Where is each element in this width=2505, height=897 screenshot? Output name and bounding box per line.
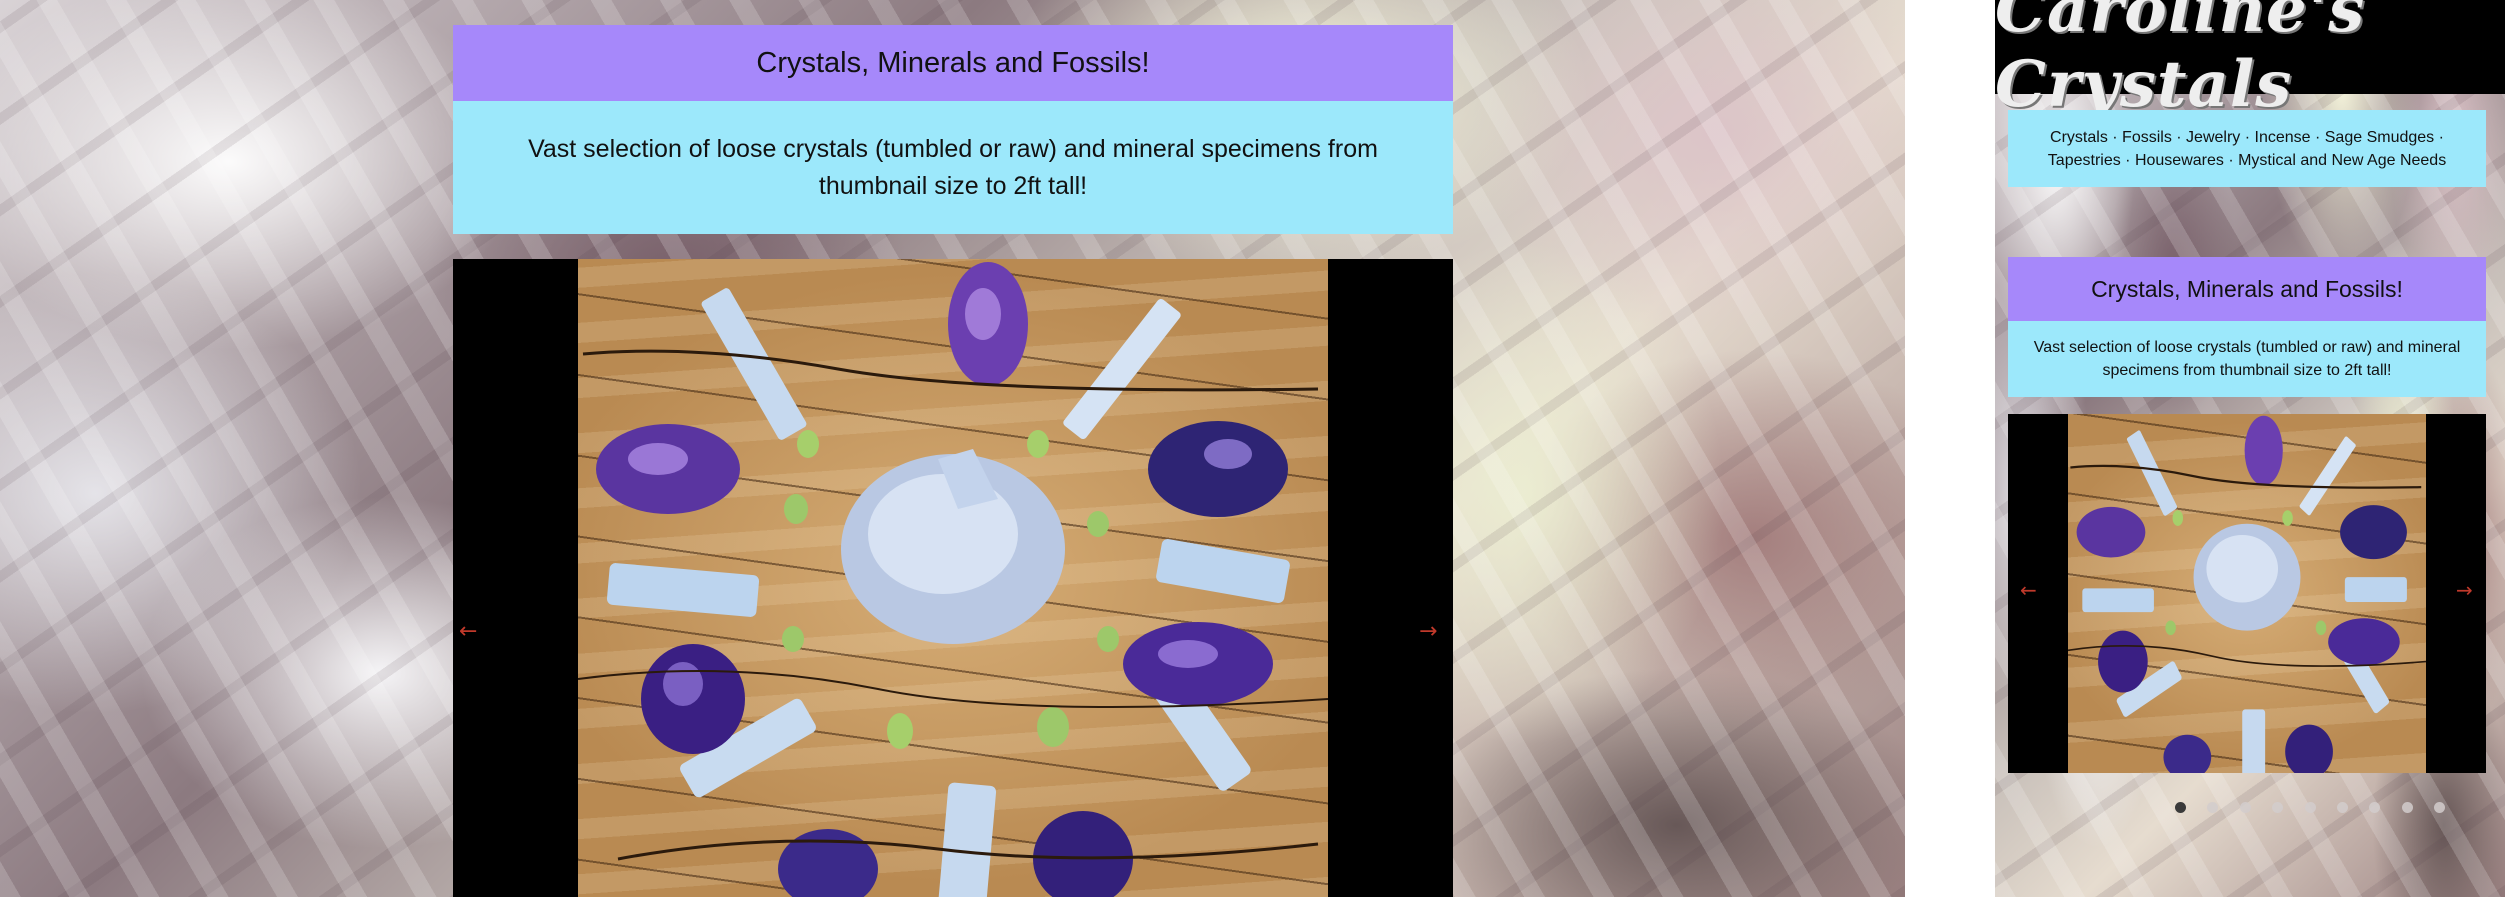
slideshow-dot[interactable] — [2175, 801, 2186, 813]
slideshow-dot[interactable] — [2401, 801, 2413, 813]
slideshow-dot[interactable] — [2369, 801, 2381, 813]
section-heading: Crystals, Minerals and Fossils! — [756, 46, 1150, 79]
section-heading-bar: Crystals, Minerals and Fossils! — [453, 25, 1453, 101]
slideshow-dot[interactable] — [2207, 801, 2219, 813]
mobile-section-description-box: Vast selection of loose crystals (tumble… — [2008, 321, 2486, 397]
slideshow-next-arrow[interactable]: → — [1419, 619, 1437, 644]
crystal-grid-photo — [578, 262, 1328, 897]
slideshow-dot[interactable] — [2304, 801, 2316, 813]
site-logo: Caroline's Crystals — [1995, 0, 2366, 122]
section-description-box: Vast selection of loose crystals (tumble… — [453, 101, 1453, 234]
mobile-section-heading-bar: Crystals, Minerals and Fossils! — [2008, 257, 2486, 321]
slideshow-pagination-dots — [2175, 800, 2445, 814]
crystal-slideshow[interactable]: ← → — [453, 259, 1453, 897]
slideshow-prev-arrow[interactable]: ← — [459, 619, 477, 644]
product-tagline-box: Crystals · Fossils · Jewelry · Incense ·… — [2008, 110, 2486, 187]
slideshow-dot[interactable] — [2336, 801, 2348, 813]
mobile-section-description: Vast selection of loose crystals (tumble… — [2033, 339, 2461, 379]
mobile-crystal-slideshow[interactable]: ← → — [2008, 414, 2486, 773]
section-description: Vast selection of loose crystals (tumble… — [528, 134, 1378, 200]
slideshow-dot[interactable] — [2272, 801, 2284, 813]
mobile-crystal-grid-photo — [2068, 415, 2426, 773]
slideshow-image — [578, 259, 1328, 897]
mobile-slideshow-image — [2068, 414, 2426, 773]
site-logo-banner: Caroline's Crystals — [1995, 0, 2505, 122]
slideshow-dot[interactable] — [2239, 801, 2251, 813]
mobile-slideshow-prev-arrow[interactable]: ← — [2020, 578, 2037, 602]
mobile-section-heading: Crystals, Minerals and Fossils! — [2091, 275, 2403, 302]
slideshow-dot[interactable] — [2434, 801, 2445, 813]
product-tagline: Crystals · Fossils · Jewelry · Incense ·… — [2047, 128, 2447, 169]
mobile-slideshow-next-arrow[interactable]: → — [2456, 578, 2473, 602]
